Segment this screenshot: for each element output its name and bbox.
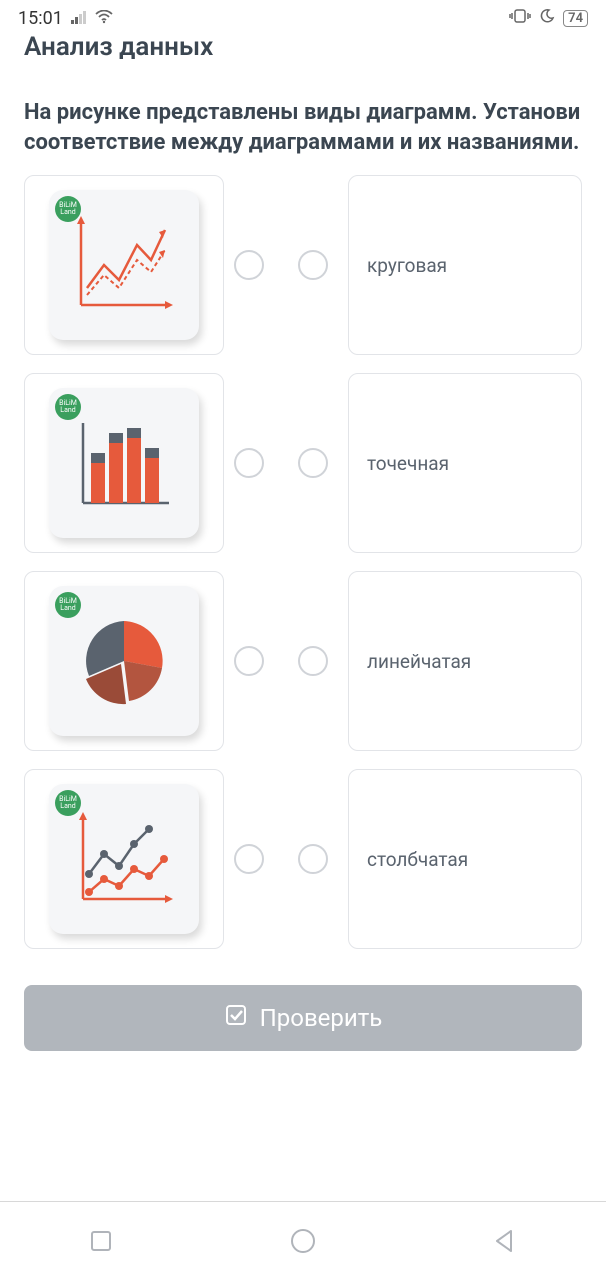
diagram-card-line[interactable]: BiLiM Land [24, 175, 224, 355]
question-text: На рисунке представлены виды диаграмм. У… [0, 70, 606, 175]
line-chart-icon [69, 210, 179, 320]
nav-home-icon[interactable] [289, 1227, 317, 1255]
check-button-label: Проверить [260, 1004, 383, 1032]
wifi-icon [95, 8, 113, 29]
diagram-card-scatter[interactable]: BiLiM Land [24, 769, 224, 949]
vibrate-icon [509, 8, 531, 29]
radio-right-2[interactable] [298, 448, 328, 478]
match-row-1: BiLiM Land круговая [24, 175, 582, 355]
radio-right-4[interactable] [298, 844, 328, 874]
label-text-1: круговая [367, 254, 447, 277]
radio-left-2[interactable] [234, 448, 264, 478]
signal-icon [71, 8, 87, 29]
match-row-4: BiLiM Land столбчатая [24, 769, 582, 949]
label-card-3[interactable]: линейчатая [348, 571, 582, 751]
radio-left-3[interactable] [234, 646, 264, 676]
match-row-2: BiLiM Land точечная [24, 373, 582, 553]
nav-back-icon[interactable] [491, 1227, 519, 1255]
label-text-2: точечная [367, 452, 449, 475]
moon-icon [539, 8, 555, 29]
android-nav-bar [0, 1202, 606, 1280]
label-card-1[interactable]: круговая [348, 175, 582, 355]
label-card-2[interactable]: точечная [348, 373, 582, 553]
radio-right-1[interactable] [298, 250, 328, 280]
check-icon [224, 1003, 248, 1033]
check-button[interactable]: Проверить [24, 985, 582, 1051]
status-time: 15:01 [18, 8, 63, 29]
match-row-3: BiLiM Land линейчатая [24, 571, 582, 751]
battery-level: 74 [563, 10, 588, 27]
bar-chart-icon [69, 408, 179, 518]
radio-left-1[interactable] [234, 250, 264, 280]
status-bar: 15:01 74 [0, 0, 606, 36]
radio-left-4[interactable] [234, 844, 264, 874]
diagram-card-pie[interactable]: BiLiM Land [24, 571, 224, 751]
nav-recent-icon[interactable] [87, 1227, 115, 1255]
page-title: Анализ данных [0, 32, 606, 70]
label-card-4[interactable]: столбчатая [348, 769, 582, 949]
scatter-chart-icon [69, 804, 179, 914]
radio-right-3[interactable] [298, 646, 328, 676]
diagram-card-bar[interactable]: BiLiM Land [24, 373, 224, 553]
label-text-3: линейчатая [367, 650, 471, 673]
label-text-4: столбчатая [367, 848, 468, 871]
pie-chart-icon [69, 606, 179, 716]
